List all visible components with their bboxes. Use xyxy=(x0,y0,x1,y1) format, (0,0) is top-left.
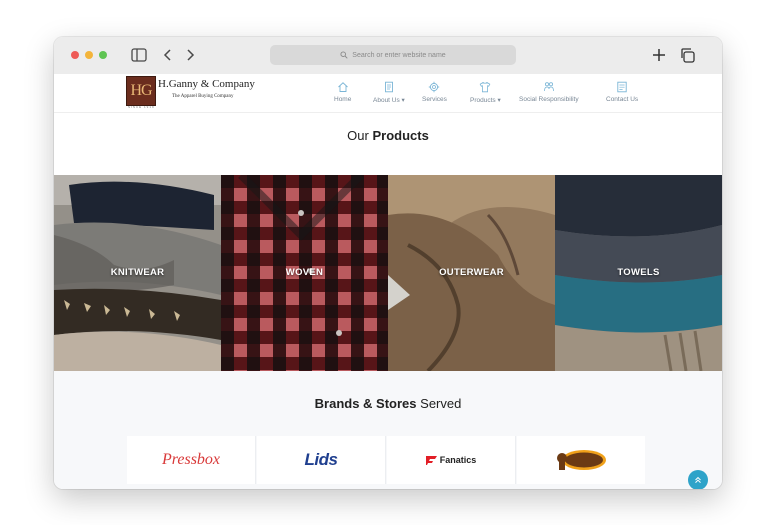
cracker-barrel-logo xyxy=(557,450,606,470)
towels-label: TOWELS xyxy=(617,267,660,278)
nav-social-label: Social Responsibility xyxy=(519,96,579,103)
nav-contact[interactable]: Contact Us xyxy=(606,81,638,103)
browser-toolbar: Search or enter website name xyxy=(54,37,722,75)
brands-heading: Brands & Stores Served xyxy=(54,396,722,411)
brands-heading-bold: Brands & Stores xyxy=(314,396,417,411)
gear-icon xyxy=(429,81,440,93)
people-icon xyxy=(543,82,554,92)
brand-card-cracker-barrel[interactable] xyxy=(517,436,645,484)
zoom-window-button[interactable] xyxy=(99,51,107,59)
company-logo[interactable]: HG xyxy=(126,76,156,106)
brands-heading-plain: Served xyxy=(416,396,462,411)
product-tile-towels[interactable]: TOWELS xyxy=(555,175,722,371)
double-chevron-up-icon xyxy=(695,476,701,483)
home-icon xyxy=(337,82,348,92)
sidebar-icon[interactable] xyxy=(131,46,147,64)
back-arrow-icon[interactable] xyxy=(162,46,174,64)
nav-services[interactable]: Services xyxy=(422,81,447,103)
browser-window: Search or enter website name HG SINCE 19… xyxy=(54,37,722,489)
nav-social-responsibility[interactable]: Social Responsibility xyxy=(519,81,579,103)
nav-products-label: Products ▾ xyxy=(470,97,501,104)
brand-card-lids[interactable]: Lids xyxy=(257,436,386,484)
forward-arrow-icon[interactable] xyxy=(184,46,196,64)
site-header: HG SINCE 1919 H.Ganny & Company The Appa… xyxy=(54,74,722,113)
pressbox-logo: Pressbox xyxy=(161,451,221,468)
products-heading-bold: Products xyxy=(372,128,429,143)
nav-home[interactable]: Home xyxy=(334,81,351,103)
nav-about-label: About Us ▾ xyxy=(373,97,405,104)
brands-section: Brands & Stores Served Pressbox Lids Fan… xyxy=(54,371,722,489)
outerwear-label: OUTERWEAR xyxy=(439,267,504,278)
close-window-button[interactable] xyxy=(71,51,79,59)
address-bar-placeholder: Search or enter website name xyxy=(352,51,446,59)
address-bar[interactable]: Search or enter website name xyxy=(270,45,516,65)
plus-icon[interactable] xyxy=(651,46,667,64)
fanatics-flag-icon xyxy=(425,455,437,465)
fanatics-logo-text: Fanatics xyxy=(439,455,477,465)
nav-products[interactable]: Products ▾ xyxy=(470,81,501,104)
lids-logo: Lids xyxy=(304,450,338,469)
company-tagline: The Apparel Buying Company xyxy=(172,94,234,99)
woven-label: WOVEN xyxy=(285,267,324,278)
tshirt-icon xyxy=(480,82,491,93)
products-heading: Our Products xyxy=(54,128,722,143)
product-tile-knitwear[interactable]: KNITWEAR xyxy=(54,175,221,371)
nav-services-label: Services xyxy=(422,96,447,103)
contact-icon xyxy=(617,81,627,93)
nav-contact-label: Contact Us xyxy=(606,96,639,103)
minimize-window-button[interactable] xyxy=(85,51,93,59)
nav-home-label: Home xyxy=(334,96,352,103)
brand-card-pressbox[interactable]: Pressbox xyxy=(127,436,256,484)
product-tile-woven[interactable]: WOVEN xyxy=(221,175,388,371)
nav-about[interactable]: About Us ▾ xyxy=(373,81,405,104)
scroll-to-top-button[interactable] xyxy=(688,470,708,489)
company-name[interactable]: H.Ganny & Company xyxy=(158,78,255,90)
tab-overview-icon[interactable] xyxy=(680,46,696,64)
knitwear-label: KNITWEAR xyxy=(110,267,165,278)
logo-since-text: SINCE 1919 xyxy=(128,105,155,109)
products-heading-plain: Our xyxy=(347,128,373,143)
search-icon xyxy=(340,51,348,59)
products-grid: KNITWEAR WOVEN OUTERWEAR TOWELS xyxy=(54,175,722,371)
brand-card-fanatics[interactable]: Fanatics xyxy=(387,436,516,484)
product-tile-outerwear[interactable]: OUTERWEAR xyxy=(388,175,555,371)
document-icon xyxy=(384,81,393,93)
fanatics-logo: Fanatics xyxy=(425,455,477,465)
